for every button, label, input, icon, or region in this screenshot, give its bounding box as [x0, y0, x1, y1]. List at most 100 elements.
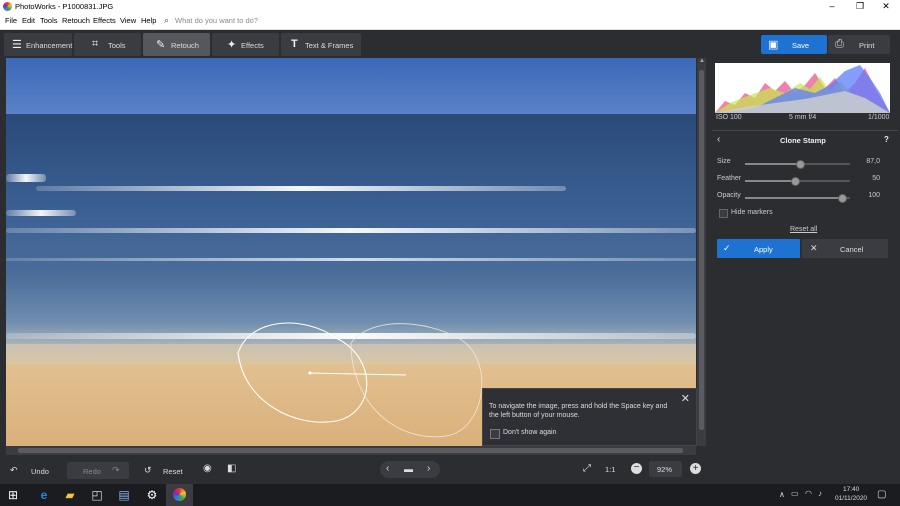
menu-view[interactable]: View [120, 16, 136, 25]
clone-stamp-title: Clone Stamp [780, 136, 826, 145]
histogram-iso: ISO 100 [716, 114, 742, 121]
folder-icon[interactable]: ▬ [404, 464, 413, 474]
printer-icon: ⎙ [835, 38, 844, 50]
photoworks-taskbar-button[interactable] [166, 484, 193, 506]
horizontal-scroll-thumb[interactable] [18, 448, 683, 453]
windows-start-icon[interactable]: ⊞ [6, 488, 20, 502]
opacity-slider-knob[interactable] [837, 194, 847, 203]
search-placeholder: What do you want to do? [175, 16, 258, 25]
opacity-slider[interactable] [745, 194, 850, 203]
vertical-scrollbar[interactable]: ▲ [697, 58, 706, 446]
compare-icon[interactable]: ◧ [227, 463, 236, 474]
network-icon[interactable]: ◠ [805, 489, 812, 498]
back-chevron-icon[interactable]: ‹ [717, 134, 720, 145]
navigation-group: ‹ ▬ › [380, 461, 440, 478]
help-icon[interactable]: ? [884, 135, 889, 144]
navigation-tip: To navigate the image, press and hold th… [482, 388, 697, 446]
hide-markers-checkbox[interactable] [719, 209, 728, 218]
tab-effects[interactable]: ✦ Effects [212, 33, 279, 56]
size-slider[interactable] [745, 160, 850, 169]
redo-button[interactable]: Redo ↷ [67, 462, 129, 479]
cancel-label: Cancel [840, 245, 864, 254]
eye-icon[interactable]: ◉ [203, 463, 212, 474]
close-button[interactable]: ✕ [872, 0, 900, 13]
search-box[interactable]: ⌕ What do you want to do? [164, 15, 284, 27]
tab-text-frames[interactable]: T Text & Frames [281, 33, 361, 56]
undo-label: Undo [31, 467, 49, 476]
size-slider-fill [745, 163, 800, 165]
size-label: Size [717, 158, 731, 165]
tab-label: Enhancement [26, 41, 73, 50]
save-icon: ▣ [768, 39, 779, 51]
settings-gear-icon[interactable]: ⚙ [145, 488, 159, 502]
clock-date[interactable]: 01/11/2020 [835, 495, 867, 502]
actual-size-button[interactable]: 1:1 [605, 465, 615, 474]
size-slider-knob[interactable] [795, 160, 805, 169]
reset-label: Reset [163, 467, 183, 476]
tip-close-icon[interactable]: ✕ [681, 392, 690, 405]
print-label: Print [859, 41, 875, 50]
window-title: PhotoWorks - P1000831.JPG [15, 2, 114, 11]
cancel-button[interactable]: ✕ Cancel [802, 239, 888, 258]
size-slider-row: Size 87,0 [715, 158, 895, 170]
battery-icon[interactable]: ▭ [791, 489, 799, 498]
menu-edit[interactable]: Edit [22, 16, 35, 25]
store-icon[interactable]: ◰ [90, 488, 104, 502]
redo-icon: ↷ [112, 465, 120, 475]
prev-chevron-icon[interactable]: ‹ [386, 463, 389, 474]
reset-button[interactable]: ↺ Reset [139, 462, 189, 479]
photoworks-app-icon [173, 488, 186, 501]
undo-button[interactable]: ↶ Undo [4, 462, 64, 479]
feather-slider-knob[interactable] [791, 177, 801, 186]
horizontal-scrollbar[interactable] [6, 446, 696, 455]
tab-label: Text & Frames [305, 41, 354, 50]
menu-retouch[interactable]: Retouch [62, 16, 90, 25]
menu-tools[interactable]: Tools [40, 16, 58, 25]
tray-chevron-icon[interactable]: ∧ [779, 490, 785, 499]
tab-label: Effects [241, 41, 264, 50]
histogram-shutter: 1/1000 [868, 114, 890, 121]
volume-icon[interactable]: ♪ [818, 489, 822, 498]
tab-retouch[interactable]: ✎ Retouch [143, 33, 210, 56]
print-button[interactable]: ⎙ Print [828, 35, 890, 54]
dont-show-label: Don't show again [503, 429, 557, 436]
app-window-icon[interactable]: ▤ [117, 488, 131, 502]
save-button[interactable]: ▣ Save [761, 35, 827, 54]
scroll-up-icon[interactable]: ▲ [699, 58, 705, 67]
maximize-button[interactable]: ❐ [846, 0, 874, 13]
notifications-icon[interactable]: ▢ [877, 489, 886, 500]
dont-show-checkbox[interactable] [490, 429, 500, 439]
vertical-scroll-thumb[interactable] [699, 70, 704, 430]
brush-icon: ✎ [156, 39, 166, 51]
feather-slider[interactable] [745, 177, 850, 186]
opacity-slider-fill [745, 197, 842, 199]
feather-value: 50 [872, 175, 880, 182]
title-bar: PhotoWorks - P1000831.JPG – ❐ ✕ [0, 0, 900, 13]
tab-tools[interactable]: ⌗ Tools [74, 33, 141, 56]
menu-bar: File Edit Tools Retouch Effects View Hel… [0, 13, 900, 30]
text-icon: T [291, 38, 298, 50]
file-explorer-icon[interactable]: ▰ [63, 488, 77, 502]
apply-button[interactable]: ✓ Apply [717, 239, 800, 258]
clone-source-circle [237, 322, 368, 423]
size-value: 87,0 [866, 158, 880, 165]
undo-icon: ↶ [10, 465, 18, 475]
minimize-button[interactable]: – [818, 0, 846, 13]
zoom-in-icon[interactable]: + [690, 463, 701, 474]
tab-label: Tools [108, 41, 126, 50]
histogram [715, 63, 890, 113]
clock-time[interactable]: 17:40 [843, 486, 859, 493]
menu-help[interactable]: Help [141, 16, 156, 25]
x-icon: ✕ [810, 243, 818, 253]
edge-browser-icon[interactable]: e [37, 488, 51, 502]
clone-stamp-header: ‹ Clone Stamp ? [712, 130, 898, 147]
checkmark-icon: ✓ [723, 243, 731, 253]
fit-screen-icon[interactable]: ⤢ [583, 463, 591, 474]
menu-effects[interactable]: Effects [93, 16, 116, 25]
tab-enhancement[interactable]: ☰ Enhancement [4, 33, 72, 56]
menu-file[interactable]: File [5, 16, 17, 25]
reset-all-link[interactable]: Reset all [790, 226, 817, 233]
zoom-out-icon[interactable]: − [631, 463, 642, 474]
next-chevron-icon[interactable]: › [427, 463, 430, 474]
clone-source-point [308, 371, 312, 375]
